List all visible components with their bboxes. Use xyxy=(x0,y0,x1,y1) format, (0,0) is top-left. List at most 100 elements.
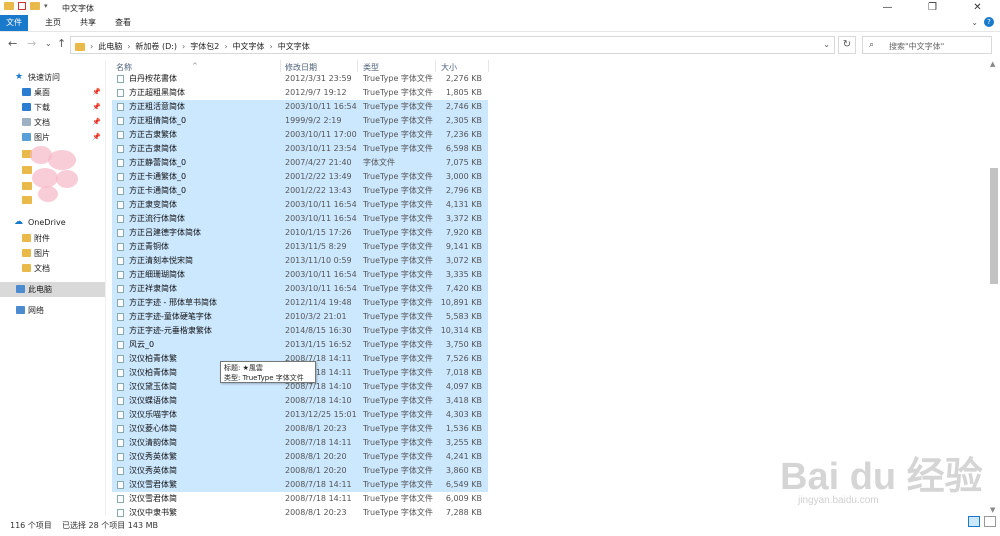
window-title: 中文字体 xyxy=(62,4,94,13)
folder-icon xyxy=(22,234,31,242)
file-name: 方正青铜体 xyxy=(129,242,169,251)
file-row[interactable]: 方正清刻本悦宋简 2013/11/10 0:59 TrueType 字体文件 3,07… xyxy=(112,254,488,268)
file-type: TrueType 字体文件 xyxy=(363,410,433,419)
file-row[interactable]: 汉仪雪君体繁 2008/7/18 14:11 TrueType 字体文件 6,549 … xyxy=(112,478,488,492)
file-row[interactable]: 方正祥隶简体 2003/10/11 16:54 TrueType 字体文件 7,420… xyxy=(112,282,488,296)
nav-item-onedrive-pictures[interactable]: 图片 xyxy=(0,246,105,261)
nav-quick-access[interactable]: ★ 快速访问 xyxy=(0,70,105,85)
nav-item-desktop[interactable]: 桌面 📌 xyxy=(0,85,105,100)
file-size: 3,255 KB xyxy=(445,438,482,447)
large-icons-view-icon[interactable] xyxy=(984,516,996,527)
nav-network[interactable]: 网络 xyxy=(0,303,105,318)
minimize-button[interactable]: — xyxy=(865,0,910,15)
file-row[interactable]: 方正超粗黑简体 2012/9/7 19:12 TrueType 字体文件 1,805 … xyxy=(112,86,488,100)
file-size: 3,335 KB xyxy=(445,270,482,279)
file-size: 10,891 KB xyxy=(440,298,482,307)
nav-item-downloads[interactable]: 下载 📌 xyxy=(0,100,105,115)
tab-view[interactable]: 查看 xyxy=(107,15,139,31)
file-row[interactable]: 汉仪乐喵字体 2013/12/25 15:01 TrueType 字体文件 4,303… xyxy=(112,408,488,422)
file-name: 方正卡通简体_0 xyxy=(129,186,187,195)
new-folder-icon[interactable] xyxy=(30,2,40,10)
file-row[interactable]: 方正字迹-童体硬笔字体 2010/3/2 21:01 TrueType 字体文件 5,… xyxy=(112,310,488,324)
font-file-icon xyxy=(117,229,124,237)
nav-item-documents[interactable]: 文档 📌 xyxy=(0,115,105,130)
pin-icon[interactable]: 📌 xyxy=(92,115,101,130)
file-row[interactable]: 汉仪雪君体简 2008/7/18 14:11 TrueType 字体文件 6,009 … xyxy=(112,492,488,506)
expand-ribbon-icon[interactable]: ⌄ xyxy=(971,18,978,27)
scroll-up-icon[interactable]: ▲ xyxy=(990,60,995,68)
address-row: ← → ⌄ ↑ › 此电脑 › 新加卷 (D:) › 字体包2 › 中文字体 ›… xyxy=(0,34,1000,56)
file-row[interactable]: 汉仪秀英体简 2008/8/1 20:20 TrueType 字体文件 3,860 K… xyxy=(112,464,488,478)
file-type: TrueType 字体文件 xyxy=(363,326,433,335)
file-row[interactable]: 方正流行体简体 2003/10/11 16:54 TrueType 字体文件 3,37… xyxy=(112,212,488,226)
pin-icon[interactable]: 📌 xyxy=(92,85,101,100)
forward-arrow-icon[interactable]: → xyxy=(27,37,36,50)
breadcrumb-font-pack[interactable]: 字体包2 xyxy=(190,41,219,52)
file-tooltip: 标题: ★風雲 类型: TrueType 字体文件 xyxy=(220,361,316,383)
file-type: TrueType 字体文件 xyxy=(363,214,433,223)
file-name: 方正古隶简体 xyxy=(129,144,177,153)
tab-home[interactable]: 主页 xyxy=(37,15,69,31)
file-row[interactable]: 方正粗活意简体 2003/10/11 16:54 TrueType 字体文件 2,74… xyxy=(112,100,488,114)
file-type: TrueType 字体文件 xyxy=(363,102,433,111)
nav-label: 此电脑 xyxy=(28,285,52,294)
file-row[interactable]: 汉仪秀英体繁 2008/8/1 20:20 TrueType 字体文件 4,241 K… xyxy=(112,450,488,464)
pin-icon[interactable]: 📌 xyxy=(92,100,101,115)
nav-item-attachments[interactable]: 附件 xyxy=(0,231,105,246)
breadcrumb-chinese-fonts[interactable]: 中文字体 xyxy=(233,41,265,52)
file-row[interactable]: 方正粗倩简体_0 1999/9/2 2:19 TrueType 字体文件 2,305 … xyxy=(112,114,488,128)
nav-item-onedrive-documents[interactable]: 文档 xyxy=(0,261,105,276)
back-arrow-icon[interactable]: ← xyxy=(8,37,17,50)
breadcrumb-drive[interactable]: 新加卷 (D:) xyxy=(135,41,177,52)
breadcrumb-chinese-fonts-current[interactable]: 中文字体 xyxy=(278,41,310,52)
font-file-icon xyxy=(117,313,124,321)
recent-locations-icon[interactable]: ⌄ xyxy=(45,39,52,48)
file-size: 3,372 KB xyxy=(445,214,482,223)
nav-onedrive[interactable]: ☁ OneDrive xyxy=(0,215,105,230)
file-size: 3,750 KB xyxy=(445,340,482,349)
refresh-icon[interactable]: ↻ xyxy=(838,36,856,54)
scroll-down-icon[interactable]: ▼ xyxy=(990,506,995,514)
up-arrow-icon[interactable]: ↑ xyxy=(57,37,66,50)
file-row[interactable]: 方正细珊瑚简体 2003/10/11 16:54 TrueType 字体文件 3,33… xyxy=(112,268,488,282)
tab-share[interactable]: 共享 xyxy=(72,15,104,31)
file-row[interactable]: 方正字迹 - 邢体草书简体 2012/11/4 19:48 TrueType 字体文… xyxy=(112,296,488,310)
file-row[interactable]: 白丹桉花書体 2012/3/31 23:59 TrueType 字体文件 2,276 … xyxy=(112,72,488,86)
file-row[interactable]: 方正字迹-元垂楷隶繁体 2014/8/15 16:30 TrueType 字体文件 1… xyxy=(112,324,488,338)
nav-this-pc[interactable]: 此电脑 xyxy=(0,282,105,297)
scrollbar-thumb[interactable] xyxy=(990,168,998,284)
file-row[interactable]: 汉仪蝶语体简 2008/7/18 14:10 TrueType 字体文件 3,418 … xyxy=(112,394,488,408)
file-name: 方正祥隶简体 xyxy=(129,284,177,293)
pin-icon[interactable]: 📌 xyxy=(92,130,101,145)
file-row[interactable]: 方正隶变简体 2003/10/11 16:54 TrueType 字体文件 4,131… xyxy=(112,198,488,212)
close-button[interactable]: ✕ xyxy=(955,0,1000,15)
file-row[interactable]: 方正卡通简体_0 2001/2/22 13:43 TrueType 字体文件 2,79… xyxy=(112,184,488,198)
maximize-button[interactable]: ❐ xyxy=(910,0,955,15)
tab-file[interactable]: 文件 xyxy=(0,15,28,31)
details-view-icon[interactable] xyxy=(968,516,980,527)
cloud-icon: ☁ xyxy=(14,217,23,227)
address-dropdown-icon[interactable]: ⌄ xyxy=(823,40,830,49)
file-size: 4,303 KB xyxy=(445,410,482,419)
file-row[interactable]: 汉仪清韵体简 2008/7/18 14:11 TrueType 字体文件 3,255 … xyxy=(112,436,488,450)
help-icon[interactable]: ? xyxy=(984,17,994,27)
customize-toolbar-icon[interactable]: ▾ xyxy=(44,2,48,10)
file-row[interactable]: 方正卡通繁体_0 2001/2/22 13:49 TrueType 字体文件 3,00… xyxy=(112,170,488,184)
file-row[interactable]: 方正古隶繁体 2003/10/11 17:00 TrueType 字体文件 7,236… xyxy=(112,128,488,142)
file-size: 2,305 KB xyxy=(445,116,482,125)
file-row[interactable]: 方正古隶简体 2003/10/11 23:54 TrueType 字体文件 6,598… xyxy=(112,142,488,156)
file-row[interactable]: 汉仪菱心体简 2008/8/1 20:23 TrueType 字体文件 1,536 K… xyxy=(112,422,488,436)
properties-icon[interactable] xyxy=(18,2,26,10)
address-bar[interactable]: › 此电脑 › 新加卷 (D:) › 字体包2 › 中文字体 › 中文字体 ⌄ xyxy=(70,36,835,54)
file-row[interactable]: 方正吕建德字体简体 2010/1/15 17:26 TrueType 字体文件 7,9… xyxy=(112,226,488,240)
file-size: 4,131 KB xyxy=(445,200,482,209)
document-icon xyxy=(22,118,31,126)
file-size: 7,236 KB xyxy=(445,130,482,139)
file-row[interactable]: 方正青铜体 2013/11/5 8:29 TrueType 字体文件 9,141 KB xyxy=(112,240,488,254)
nav-item-pictures[interactable]: 图片 📌 xyxy=(0,130,105,145)
file-row[interactable]: 方正静蕾简体_0 2007/4/27 21:40 字体文件 7,075 KB xyxy=(112,156,488,170)
file-row[interactable]: 风云_0 2013/1/15 16:52 TrueType 字体文件 3,750 KB xyxy=(112,338,488,352)
file-type: TrueType 字体文件 xyxy=(363,452,433,461)
search-box[interactable]: ⌕ 搜索"中文字体" xyxy=(862,36,992,54)
breadcrumb-this-pc[interactable]: 此电脑 xyxy=(98,41,122,52)
